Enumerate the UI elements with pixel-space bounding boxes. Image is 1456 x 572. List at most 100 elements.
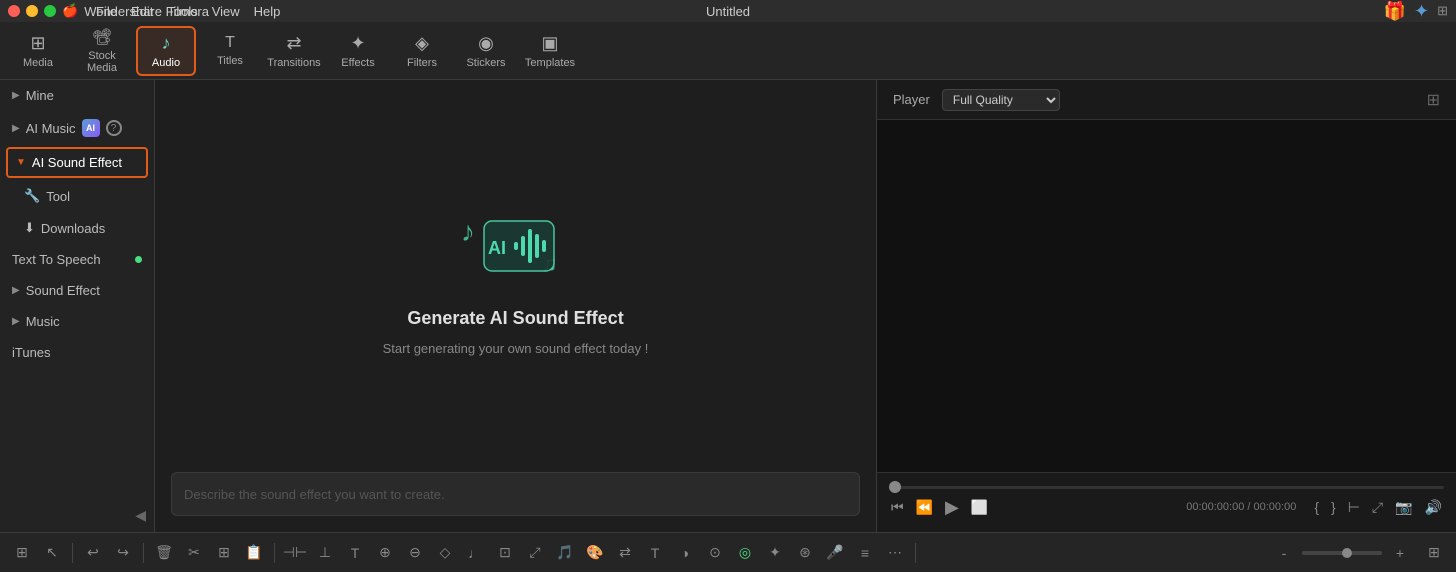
text-to-speech-label: Text To Speech — [12, 252, 101, 267]
close-button[interactable] — [8, 5, 20, 17]
filters-button[interactable]: ◈ Filters — [392, 26, 452, 76]
step-back-button[interactable]: ⏪ — [914, 497, 935, 518]
more-button[interactable]: ⋯ — [881, 539, 909, 567]
menu-help[interactable]: Help — [248, 4, 287, 19]
rewind-button[interactable]: ⏮ — [889, 497, 906, 518]
player-label: Player — [893, 92, 930, 107]
toolbar-separator-3 — [274, 543, 275, 563]
menu-file[interactable]: File — [90, 4, 123, 19]
beat-button[interactable]: ♩ — [461, 539, 489, 567]
play-button[interactable]: ▶ — [943, 495, 961, 520]
zoom-in-button[interactable]: + — [1386, 539, 1414, 567]
main-content: ▶ Mine ▶ AI Music AI ? ▼ AI Sound Effect… — [0, 80, 1456, 532]
current-time: 00:00:00:00 — [1186, 501, 1244, 513]
titles-icon: T — [225, 34, 235, 52]
player-layout-buttons[interactable]: ⊞ — [1427, 90, 1440, 110]
voice-button[interactable]: ≡ — [851, 539, 879, 567]
mic-button[interactable]: 🎤 — [821, 539, 849, 567]
fullscreen-button[interactable] — [44, 5, 56, 17]
ai-badge: AI — [82, 119, 100, 137]
scissors-button[interactable]: ✂ — [180, 539, 208, 567]
effects-button[interactable]: ✦ Effects — [328, 26, 388, 76]
player-controls: ⏮ ⏪ ▶ ⬜ 00:00:00:00 / 00:00:00 { } ⊢ ⤢ 📷… — [877, 472, 1456, 532]
audio-label: Audio — [152, 57, 180, 69]
sidebar-item-itunes[interactable]: iTunes — [0, 337, 154, 368]
templates-button[interactable]: ▣ Templates — [520, 26, 580, 76]
sidebar-item-music[interactable]: ▶ Music — [0, 306, 154, 337]
color-button[interactable]: 🎨 — [581, 539, 609, 567]
redo-button[interactable]: ↪ — [109, 539, 137, 567]
ai-music-info-icon: ? — [106, 120, 122, 136]
title-bar-right: 🎁 ✦ ⊞ — [1384, 1, 1448, 22]
delete-button[interactable]: 🗑 — [150, 539, 178, 567]
zoom-out-button[interactable]: - — [1270, 539, 1298, 567]
undo-button[interactable]: ↩ — [79, 539, 107, 567]
sidebar-item-text-to-speech[interactable]: Text To Speech — [0, 244, 154, 275]
stock-media-icon: 📽 — [92, 27, 112, 47]
sidebar-item-mine[interactable]: ▶ Mine — [0, 80, 154, 111]
copy-button[interactable]: ⊞ — [210, 539, 238, 567]
keyframe-button[interactable]: ◇ — [431, 539, 459, 567]
crop-button[interactable]: ⊡ — [491, 539, 519, 567]
screenshot-button[interactable]: 📷 — [1393, 497, 1414, 518]
apple-logo-icon: 🍎 — [62, 3, 78, 19]
generate-title: Generate AI Sound Effect — [407, 308, 623, 329]
stock-media-label: Stock Media — [72, 50, 132, 74]
transition-button[interactable]: ⇄ — [611, 539, 639, 567]
audio-button-bottom[interactable]: 🎵 — [551, 539, 579, 567]
total-time: 00:00:00 — [1254, 501, 1297, 513]
zoom-slider[interactable] — [1302, 551, 1382, 555]
gift-icon[interactable]: 🎁 — [1384, 1, 1406, 22]
sidebar-item-sound-effect[interactable]: ▶ Sound Effect — [0, 275, 154, 306]
transform-button[interactable]: ⤢ — [521, 539, 549, 567]
ai-tools-button[interactable]: ◎ — [731, 539, 759, 567]
sidebar-collapse-button[interactable]: ◀ — [135, 507, 146, 524]
grid-layout-button[interactable]: ⊞ — [1420, 539, 1448, 567]
audio-button[interactable]: ♪ Audio — [136, 26, 196, 76]
sidebar-item-tool[interactable]: 🔧 Tool — [0, 180, 154, 212]
media-toolbar: ⊞ Media 📽 Stock Media ♪ Audio T Titles ⇄… — [0, 22, 1456, 80]
sidebar-item-ai-music[interactable]: ▶ AI Music AI ? — [0, 111, 154, 145]
marker-button[interactable]: T — [341, 539, 369, 567]
menu-view[interactable]: View — [206, 4, 246, 19]
trim-button[interactable]: ⊢ — [1346, 497, 1362, 518]
mask-button[interactable]: ◑ — [671, 539, 699, 567]
mark-out-button[interactable]: } — [1329, 497, 1338, 517]
cursor-button[interactable]: ↖ — [38, 539, 66, 567]
minimize-button[interactable] — [26, 5, 38, 17]
timeline-thumb[interactable] — [889, 481, 901, 493]
titles-button[interactable]: T Titles — [200, 26, 260, 76]
text-button[interactable]: T — [641, 539, 669, 567]
media-label: Media — [23, 57, 53, 69]
split-button[interactable]: ⊥ — [311, 539, 339, 567]
zoom-clip-out-button[interactable]: ⊖ — [401, 539, 429, 567]
volume-button[interactable]: 🔊 — [1423, 497, 1444, 518]
snapshot-button[interactable]: ⬜ — [969, 497, 990, 518]
stickers-button[interactable]: ◉ Stickers — [456, 26, 516, 76]
templates-label: Templates — [525, 57, 575, 69]
menu-tools[interactable]: Tools — [161, 4, 203, 19]
ai-color-button[interactable]: ✦ — [761, 539, 789, 567]
paste-button[interactable]: 📋 — [240, 539, 268, 567]
downloads-icon: ⬇ — [24, 220, 35, 236]
stabilize-button[interactable]: ⊙ — [701, 539, 729, 567]
ripple-edit-button[interactable]: ⊣⊢ — [281, 539, 309, 567]
grid-view-button[interactable]: ⊞ — [8, 539, 36, 567]
zoom-clip-in-button[interactable]: ⊕ — [371, 539, 399, 567]
quality-select[interactable]: Full Quality High Quality Medium Quality… — [942, 89, 1060, 111]
sidebar-item-ai-sound-effect[interactable]: ▼ AI Sound Effect — [6, 147, 148, 178]
zoom-fit-button[interactable]: ⤢ — [1370, 497, 1385, 518]
transitions-icon: ⇄ — [286, 33, 301, 54]
sidebar-item-downloads[interactable]: ⬇ Downloads — [0, 212, 154, 244]
mark-in-button[interactable]: { — [1312, 497, 1321, 517]
generate-subtitle: Start generating your own sound effect t… — [383, 341, 649, 356]
protect-button[interactable]: ⊛ — [791, 539, 819, 567]
media-button[interactable]: ⊞ Media — [8, 26, 68, 76]
mine-arrow-icon: ▶ — [12, 90, 20, 101]
timeline-bar[interactable] — [889, 486, 1444, 489]
transitions-button[interactable]: ⇄ Transitions — [264, 26, 324, 76]
menu-edit[interactable]: Edit — [125, 4, 159, 19]
effects-label: Effects — [341, 57, 374, 69]
stock-media-button[interactable]: 📽 Stock Media — [72, 26, 132, 76]
prompt-input[interactable]: Describe the sound effect you want to cr… — [171, 472, 860, 516]
